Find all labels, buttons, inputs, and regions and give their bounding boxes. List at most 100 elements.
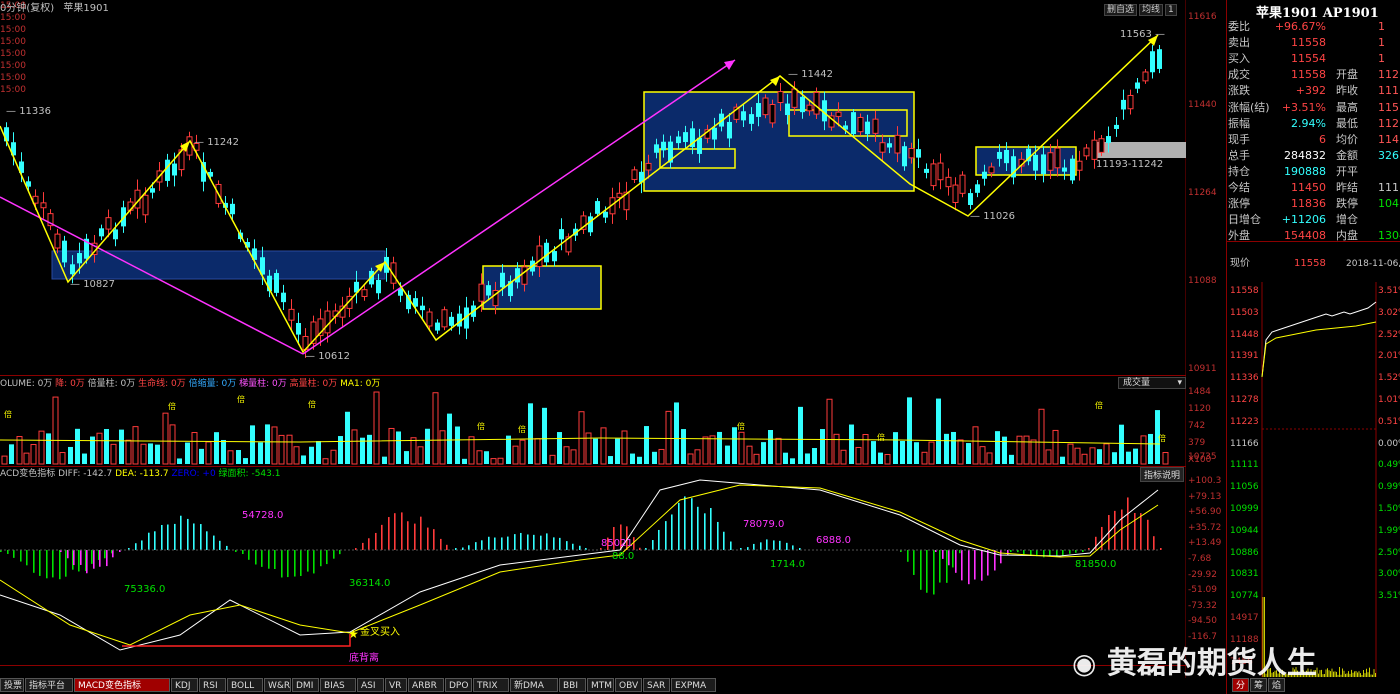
- indicator-tab[interactable]: 指标平台: [25, 678, 73, 692]
- macd-value-label: 75336.0: [124, 584, 166, 595]
- indicator-tab[interactable]: BOLL: [227, 678, 263, 692]
- candle-body: [150, 188, 155, 193]
- candle-body: [588, 216, 593, 233]
- mini-axis-label: 11223: [1230, 416, 1259, 427]
- candle-body: [879, 142, 886, 153]
- quote-label: 均价: [1336, 132, 1358, 146]
- volume-bar: [316, 441, 321, 464]
- macd-histogram-bar: [375, 532, 377, 550]
- indicator-tab[interactable]: ARBR: [408, 678, 444, 692]
- mini-axis-label: 11503: [1230, 307, 1259, 318]
- candle-body: [274, 273, 279, 293]
- mini-axis-label: 3.00%: [1378, 569, 1400, 580]
- volume-bar: [1089, 447, 1096, 465]
- volume-bar: [893, 432, 898, 464]
- indicator-help-button[interactable]: 指标说明: [1140, 467, 1185, 482]
- indicator-tab[interactable]: BBI: [559, 678, 586, 692]
- volume-bar: [615, 438, 620, 464]
- volume-bar: [746, 445, 753, 465]
- quote-label: 持仓: [1228, 164, 1250, 178]
- volume-bar: [593, 438, 598, 464]
- candle-body: [872, 118, 879, 134]
- quote-row: 今结 11450 昨结 111: [1226, 180, 1400, 196]
- indicator-tab[interactable]: ASI: [357, 678, 384, 692]
- indicator-tab[interactable]: BIAS: [320, 678, 356, 692]
- indicator-tab[interactable]: 新DMA: [510, 678, 558, 692]
- indicator-tab[interactable]: W&R: [264, 678, 291, 692]
- macd-histogram-bar: [59, 550, 61, 580]
- volume-tag: 倍: [518, 424, 526, 434]
- candle-body: [1114, 124, 1119, 129]
- indicator-tab[interactable]: DPO: [445, 678, 472, 692]
- macd-histogram-bar: [333, 550, 335, 559]
- indicator-tab[interactable]: MACD变色指标: [74, 678, 170, 692]
- volume-bar: [512, 445, 519, 465]
- volume-tag: 倍: [237, 394, 245, 404]
- volume-bar: [687, 453, 694, 465]
- indicator-tab[interactable]: SAR: [643, 678, 670, 692]
- macd-histogram-bar: [913, 550, 915, 575]
- macd-axis-label: -73.32: [1188, 600, 1218, 611]
- volume-bar: [425, 428, 430, 464]
- quote-label: 涨跌: [1228, 84, 1250, 98]
- volume-bar: [322, 458, 329, 465]
- trading-terminal: 0分钟(复权) 苹果1901 删自选 均线 1 倍倍倍倍倍倍倍倍倍倍 ★ — 1…: [0, 0, 1400, 694]
- quote-row: 委比 +96.67% 1: [1226, 19, 1400, 35]
- macd-histogram-bar: [420, 516, 422, 550]
- volume-tag: 倍: [737, 421, 745, 431]
- indicator-tab[interactable]: DMI: [292, 678, 319, 692]
- volume-bar: [1097, 449, 1102, 464]
- candle-body: [945, 176, 952, 188]
- macd-histogram-bar: [213, 535, 215, 550]
- volume-bar: [82, 453, 87, 464]
- volume-bar: [826, 398, 833, 465]
- candle-body: [762, 97, 769, 116]
- volume-bar: [30, 444, 37, 465]
- volume-bar: [52, 396, 59, 465]
- candle-body: [142, 194, 149, 216]
- indicator-tab[interactable]: EXPMA: [671, 678, 716, 692]
- macd-histogram-bar: [579, 545, 581, 550]
- indicator-tab[interactable]: TRIX: [473, 678, 509, 692]
- macd-histogram-bar: [99, 550, 101, 567]
- indicator-dropdown[interactable]: 成交量 ▾: [1118, 377, 1186, 389]
- volume-bar: [205, 441, 212, 465]
- now-time: 2018-11-06,: [1346, 259, 1400, 269]
- candle-body: [544, 242, 549, 263]
- volume-bar: [162, 412, 169, 465]
- mini-axis-label: 0.51%: [1378, 416, 1400, 427]
- macd-histogram-bar: [226, 545, 228, 550]
- indicator-tab[interactable]: 投票: [0, 678, 24, 692]
- mini-axis-label: 1.52%: [1378, 373, 1400, 384]
- macd-histogram-bar: [52, 550, 54, 578]
- macd-histogram-bar: [684, 496, 686, 550]
- macd-histogram-bar: [961, 550, 963, 581]
- macd-histogram-bar: [481, 540, 483, 550]
- macd-histogram-bar: [792, 545, 794, 550]
- candle-body: [1054, 147, 1061, 169]
- arrow-head: [724, 60, 735, 70]
- indicator-tab[interactable]: MTM: [587, 678, 614, 692]
- volume-tag: 倍: [308, 399, 316, 409]
- macd-histogram-bar: [559, 537, 561, 550]
- macd-histogram-bar: [1160, 548, 1162, 550]
- volume-bar: [542, 407, 547, 464]
- indicator-tab[interactable]: RSI: [199, 678, 226, 692]
- volume-bar: [396, 431, 401, 464]
- macd-histogram-bar: [981, 550, 983, 581]
- candle-body: [654, 144, 659, 153]
- macd-histogram-bar: [933, 550, 935, 595]
- volume-bar: [404, 451, 409, 464]
- indicator-tab[interactable]: VR: [385, 678, 407, 692]
- indicator-tab[interactable]: OBV: [615, 678, 642, 692]
- main-chart[interactable]: 倍倍倍倍倍倍倍倍倍倍 ★: [0, 0, 1186, 678]
- volume-bar: [132, 426, 139, 465]
- macd-histogram-bar: [268, 550, 270, 569]
- indicator-tab[interactable]: KDJ: [171, 678, 198, 692]
- quote-value: 1: [1378, 20, 1385, 33]
- macd-histogram-bar: [939, 550, 941, 583]
- volume-bar: [702, 436, 709, 465]
- price-annotation: — 11442: [788, 69, 833, 80]
- macd-histogram-bar: [507, 536, 509, 550]
- volume-bar: [265, 424, 270, 464]
